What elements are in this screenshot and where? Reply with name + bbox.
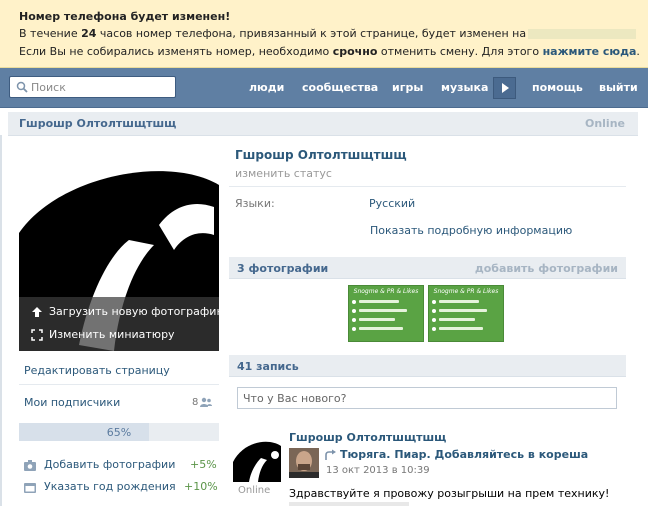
change-thumbnail-action[interactable]: Изменить миниатюру xyxy=(31,328,175,341)
thumb-line xyxy=(439,300,479,303)
search-icon xyxy=(16,81,28,93)
nav-help[interactable]: помощь xyxy=(532,68,583,108)
wall-input-placeholder: Что у Вас нового? xyxy=(243,392,347,405)
task-percent: +10% xyxy=(184,480,218,493)
thumb-bullet xyxy=(352,318,356,322)
banner-title: Номер телефона будет изменен! xyxy=(19,10,231,23)
banner-text: часов номер телефона, привязанный к этой… xyxy=(99,27,527,40)
thumb-bullet xyxy=(432,309,436,313)
play-icon xyxy=(502,83,509,93)
edit-page-link[interactable]: Редактировать страницу xyxy=(24,364,170,377)
task-label: Указать год рождения xyxy=(44,480,176,493)
camera-icon xyxy=(24,459,36,471)
cancel-change-link[interactable]: нажмите сюда xyxy=(543,45,637,58)
photos-count-link[interactable]: 3 фотографии xyxy=(237,262,328,275)
thumb-line xyxy=(359,327,403,330)
music-play-button[interactable] xyxy=(493,77,516,99)
thumb-line xyxy=(359,318,395,321)
banner-urgent: срочно xyxy=(332,45,378,58)
thumb-bullet xyxy=(352,309,356,313)
thumb-bullet xyxy=(432,300,436,304)
show-more-info-link[interactable]: Показать подробную информацию xyxy=(370,224,572,237)
thumb-bullet xyxy=(352,327,356,331)
banner-text: отменить смену. Для этого xyxy=(380,45,540,58)
photo-thumbnail[interactable]: Snogme & PR & Likes xyxy=(428,285,504,342)
banner-text: Если Вы не собирались изменять номер, не… xyxy=(19,45,330,58)
banner-line-1: В течение 24 часов номер телефона, привя… xyxy=(19,25,648,43)
photo-thumbnail[interactable]: Snogme & PR & Likes xyxy=(348,285,424,342)
upload-photo-action[interactable]: Загрузить новую фотографию xyxy=(31,305,219,318)
profile-header: Гшрошр Олтолтшщтшщ Online xyxy=(8,112,638,136)
profile-avatar[interactable]: Загрузить новую фотографию Изменить мини… xyxy=(19,145,219,351)
thumb-line xyxy=(439,309,487,312)
divider xyxy=(229,186,626,187)
banner-text: В течение xyxy=(19,27,78,40)
top-navigation-bar: Поиск люди сообщества игры музыка помощь… xyxy=(0,68,648,108)
change-thumbnail-label: Изменить миниатюру xyxy=(49,328,175,341)
thumb-line xyxy=(439,318,475,321)
blurred-phone-number xyxy=(528,29,637,39)
post-text: Здравствуйте я провожу розыгрыши на прем… xyxy=(289,487,610,500)
upload-arrow-icon xyxy=(32,307,42,317)
repost-title-link[interactable]: Тюряга. Пиар. Добавляйтесь в кореша xyxy=(340,448,588,461)
calendar-icon xyxy=(24,482,36,493)
profile-completion-bar: 65% xyxy=(19,423,219,441)
wall-posts-count[interactable]: 41 запись xyxy=(237,360,299,373)
thumb-bullet xyxy=(352,300,356,304)
repost-group-avatar[interactable] xyxy=(289,448,319,478)
thumb-line xyxy=(359,300,399,303)
task-birth-year[interactable]: Указать год рождения xyxy=(24,480,176,493)
repost-date[interactable]: 13 окт 2013 в 10:39 xyxy=(326,465,430,476)
thumb-caption: Snogme & PR & Likes xyxy=(433,288,499,295)
thumb-line xyxy=(359,309,407,312)
post-author-avatar[interactable] xyxy=(233,432,281,482)
my-subscribers-link[interactable]: Мои подписчики xyxy=(24,396,120,409)
avatar-action-overlay: Загрузить новую фотографию Изменить мини… xyxy=(19,297,219,351)
post-text-continuation xyxy=(289,502,409,506)
add-photos-link[interactable]: добавить фотографии xyxy=(475,262,618,275)
profile-name: Гшрошр Олтолтшщтшщ xyxy=(235,148,407,162)
nav-music[interactable]: музыка xyxy=(441,68,488,108)
post-author-name[interactable]: Гшрошр Олтолтшщтшщ xyxy=(289,431,446,444)
photos-section-header: 3 фотографии добавить фотографии xyxy=(229,257,626,279)
progress-label: 65% xyxy=(106,426,132,439)
left-edge-divider xyxy=(0,135,2,506)
nav-communities[interactable]: сообщества xyxy=(302,68,378,108)
nav-people[interactable]: люди xyxy=(249,68,284,108)
repost-avatar-image xyxy=(289,448,319,478)
thumb-line xyxy=(439,327,483,330)
banner-line-2: Если Вы не собирались изменять номер, не… xyxy=(19,43,648,61)
people-icon xyxy=(200,397,212,407)
change-status-link[interactable]: изменить статус xyxy=(235,167,332,180)
thumb-bullet xyxy=(432,327,436,331)
subscribers-count: 8 xyxy=(192,397,199,408)
task-add-photos[interactable]: Добавить фотографии xyxy=(24,458,175,471)
post-author-online: Online xyxy=(238,485,271,496)
repost-arrow-icon xyxy=(325,449,336,460)
crop-icon xyxy=(31,329,43,341)
thumb-bullet xyxy=(432,318,436,322)
thumb-caption: Snogme & PR & Likes xyxy=(353,288,419,295)
task-label: Добавить фотографии xyxy=(44,458,176,471)
upload-photo-label: Загрузить новую фотографию xyxy=(49,305,219,318)
search-input[interactable]: Поиск xyxy=(9,76,176,98)
languages-value[interactable]: Русский xyxy=(369,197,415,210)
task-percent: +5% xyxy=(190,458,217,471)
banner-text: . xyxy=(636,45,640,58)
nav-games[interactable]: игры xyxy=(392,68,423,108)
search-placeholder: Поиск xyxy=(31,81,66,94)
wall-section-header: 41 запись xyxy=(229,355,626,377)
post-avatar-image xyxy=(233,432,281,482)
nav-logout[interactable]: выйти xyxy=(599,68,638,108)
banner-hours: 24 xyxy=(81,27,97,40)
phone-change-banner: Номер телефона будет изменен! В течение … xyxy=(0,0,648,68)
wall-post-input[interactable]: Что у Вас нового? xyxy=(237,387,617,409)
languages-label: Языки: xyxy=(235,197,275,210)
divider xyxy=(19,384,219,385)
online-status: Online xyxy=(584,117,625,130)
profile-header-name[interactable]: Гшрошр Олтолтшщтшщ xyxy=(19,117,176,130)
